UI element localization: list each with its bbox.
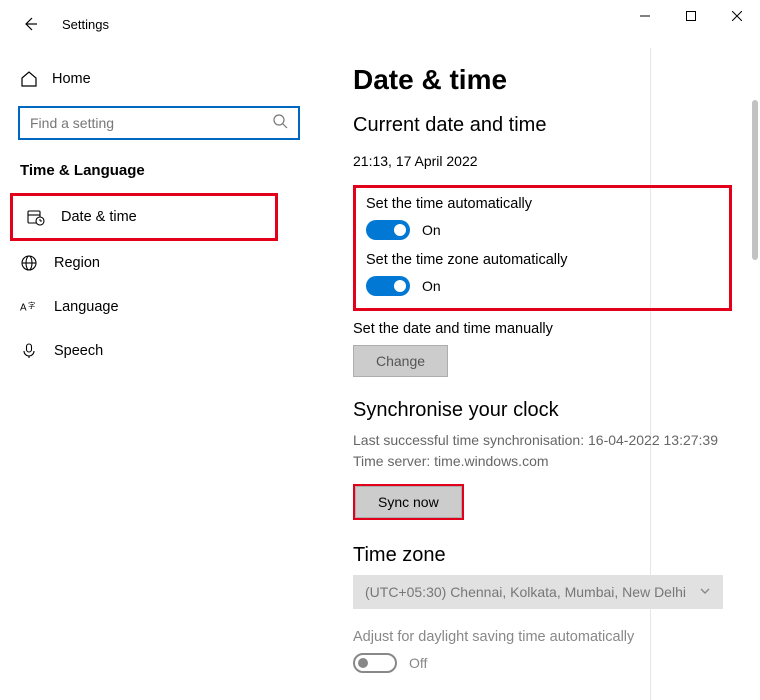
set-time-auto-label: Set the time automatically	[366, 196, 719, 212]
tz-value: (UTC+05:30) Chennai, Kolkata, Mumbai, Ne…	[365, 584, 686, 600]
home-icon	[20, 70, 38, 88]
window-controls	[622, 0, 760, 32]
close-button[interactable]	[714, 0, 760, 32]
sidebar-item-label: Language	[54, 299, 119, 315]
date-time-icon	[27, 208, 45, 226]
tz-heading: Time zone	[353, 544, 732, 567]
set-tz-auto-toggle[interactable]	[366, 276, 410, 296]
sidebar-item-label: Region	[54, 255, 100, 271]
sidebar-item-label: Speech	[54, 343, 103, 359]
maximize-button[interactable]	[668, 0, 714, 32]
sidebar-item-date-time[interactable]: Date & time	[10, 193, 278, 241]
main-content: Date & time Current date and time 21:13,…	[325, 48, 760, 673]
sidebar: Home Time & Language Date & time	[0, 48, 325, 700]
svg-text:A: A	[20, 303, 27, 314]
tz-select: (UTC+05:30) Chennai, Kolkata, Mumbai, Ne…	[353, 575, 723, 609]
sidebar-item-home[interactable]: Home	[0, 60, 325, 98]
sidebar-item-region[interactable]: Region	[0, 241, 325, 285]
sidebar-item-label: Date & time	[61, 209, 137, 225]
back-button[interactable]	[18, 12, 42, 36]
search-input[interactable]	[30, 115, 272, 131]
dst-toggle	[353, 653, 397, 673]
minimize-button[interactable]	[622, 0, 668, 32]
sync-heading: Synchronise your clock	[353, 399, 732, 422]
app-title: Settings	[62, 17, 109, 32]
sync-server: Time server: time.windows.com	[353, 451, 732, 472]
dst-state: Off	[409, 655, 427, 671]
sidebar-item-label: Home	[52, 71, 91, 87]
dst-label: Adjust for daylight saving time automati…	[353, 629, 732, 645]
search-input-wrap[interactable]	[18, 106, 300, 140]
sidebar-category: Time & Language	[0, 158, 325, 193]
globe-icon	[20, 254, 38, 272]
chevron-down-icon	[699, 584, 711, 600]
sidebar-item-speech[interactable]: Speech	[0, 329, 325, 373]
set-time-auto-state: On	[422, 222, 441, 238]
sync-last: Last successful time synchronisation: 16…	[353, 430, 732, 451]
sync-now-button[interactable]: Sync now	[355, 486, 462, 518]
svg-text:字: 字	[28, 301, 35, 310]
sidebar-item-language[interactable]: A字 Language	[0, 285, 325, 329]
highlight-auto-settings: Set the time automatically On Set the ti…	[353, 185, 732, 311]
sync-info: Last successful time synchronisation: 16…	[353, 430, 732, 472]
set-tz-auto-state: On	[422, 278, 441, 294]
current-datetime-value: 21:13, 17 April 2022	[353, 153, 732, 169]
page-title: Date & time	[353, 64, 732, 96]
manual-label: Set the date and time manually	[353, 321, 732, 337]
microphone-icon	[20, 342, 38, 360]
language-icon: A字	[20, 298, 38, 316]
current-datetime-heading: Current date and time	[353, 114, 732, 137]
set-time-auto-toggle[interactable]	[366, 220, 410, 240]
search-icon	[272, 113, 288, 134]
change-button: Change	[353, 345, 448, 377]
set-tz-auto-label: Set the time zone automatically	[366, 252, 719, 268]
